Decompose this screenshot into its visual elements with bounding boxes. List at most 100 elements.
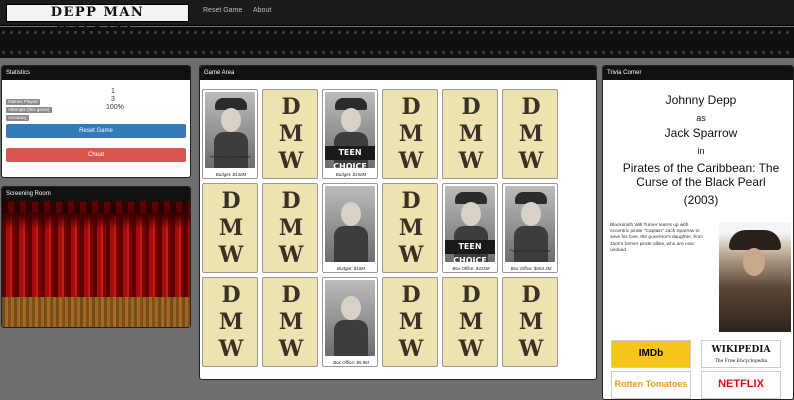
jack-sparrow-photo <box>719 222 791 332</box>
card-back-letter: D <box>461 94 481 120</box>
memory-card-facedown[interactable]: DMW <box>202 183 258 273</box>
card-back-letter: W <box>518 336 544 362</box>
card-back-letter: M <box>218 215 244 241</box>
memory-card-facedown[interactable]: DMW <box>442 277 498 367</box>
card-back-letter: W <box>458 336 484 362</box>
curtain-valance <box>2 201 190 213</box>
stat-value: 3 <box>111 96 115 103</box>
statistics-panel: Statistics Games Played 1 Attempts (this… <box>1 65 191 178</box>
memory-card-facedown[interactable]: DMW <box>202 277 258 367</box>
stat-attempts: Attempts (this game) 3 <box>6 96 115 113</box>
rotten-tomatoes-logo-link[interactable]: Rotten Tomatoes <box>611 371 691 399</box>
card-caption: Box Office: $654.3M <box>510 266 552 271</box>
statistics-heading: Statistics <box>2 66 190 80</box>
cheat-button[interactable]: Cheat <box>6 148 186 162</box>
memory-card-facedown[interactable]: DMW <box>382 89 438 179</box>
card-back-letter: M <box>518 309 544 335</box>
wikipedia-tagline: The Free Encyclopedia <box>714 359 768 364</box>
card-caption: Box Office: $5.9M <box>333 360 369 365</box>
card-back-letter: D <box>401 94 421 120</box>
memory-card-facedown[interactable]: DMW <box>262 277 318 367</box>
trivia-description: Blacksmith Will Turner teams up with ecc… <box>610 223 703 253</box>
memory-card-facedown[interactable]: DMW <box>442 89 498 179</box>
card-back-letter: D <box>281 282 301 308</box>
memory-card-revealed[interactable]: TEEN CHOICE Budget: $150M <box>322 89 378 179</box>
memory-card-revealed[interactable]: Budget: $18M <box>322 183 378 273</box>
card-back-letter: D <box>401 188 421 214</box>
card-back-letter: W <box>398 242 424 268</box>
award-badge: TEEN CHOICE <box>445 240 495 265</box>
card-back-letter: M <box>458 309 484 335</box>
game-area-panel: Game Area People's Choice Award Budget: $… <box>199 65 597 380</box>
card-back-letter: M <box>278 121 304 147</box>
memory-card-revealed[interactable]: People's Choice Award Budget: $140M <box>202 89 258 179</box>
award-badge: People's Choice Award <box>509 248 551 253</box>
card-caption: Budget: $18M <box>336 266 366 271</box>
trivia-as: as <box>696 113 706 123</box>
stat-value: 1 <box>111 88 115 95</box>
stage-floor <box>2 297 190 327</box>
memory-card-facedown[interactable]: DMW <box>262 183 318 273</box>
card-back-letter: W <box>278 148 304 174</box>
card-back-letter: M <box>278 309 304 335</box>
memory-card-facedown[interactable]: DMW <box>382 277 438 367</box>
card-back-letter: W <box>218 336 244 362</box>
memory-card-facedown[interactable]: DMW <box>382 183 438 273</box>
trivia-movie: Pirates of the Caribbean: The Curse of t… <box>622 161 780 189</box>
card-back-letter: W <box>518 148 544 174</box>
card-caption: Budget: $150M <box>335 172 367 177</box>
nav-reset-game-link[interactable]: Reset Game <box>203 7 242 14</box>
memory-card-facedown[interactable]: DMW <box>502 89 558 179</box>
memory-card-facedown[interactable]: DMW <box>502 277 558 367</box>
card-back-letter: M <box>398 309 424 335</box>
trivia-in: in <box>697 146 705 156</box>
card-back-letter: M <box>398 215 424 241</box>
card-back-letter: W <box>218 242 244 268</box>
card-back-letter: D <box>221 282 241 308</box>
memory-card-revealed[interactable]: Box Office: $5.9M <box>322 277 378 367</box>
memory-card-revealed[interactable]: People's Choice Award Box Office: $654.3M <box>502 183 558 273</box>
stat-value: 100% <box>106 104 124 111</box>
imdb-logo-link[interactable]: IMDb <box>611 340 691 368</box>
award-badge: TEEN CHOICE <box>325 146 375 171</box>
reset-game-button[interactable]: Reset Game <box>6 124 186 138</box>
trivia-year: (2003) <box>683 193 719 207</box>
card-back-letter: D <box>401 282 421 308</box>
card-caption: Budget: $140M <box>215 172 247 177</box>
screening-room-heading: Screening Room <box>2 187 190 201</box>
card-back-letter: M <box>218 309 244 335</box>
card-caption: Box Office: $415M <box>452 266 490 271</box>
stat-games-played: Games Played 1 <box>6 88 115 105</box>
card-back-letter: D <box>521 282 541 308</box>
game-area-heading: Game Area <box>200 66 596 80</box>
johnny-depp-photo <box>325 186 375 262</box>
card-back-letter: W <box>458 148 484 174</box>
nav-about-link[interactable]: About <box>253 7 271 14</box>
card-back-letter: D <box>521 94 541 120</box>
card-back-letter: M <box>278 215 304 241</box>
filmstrip-banner <box>0 27 794 58</box>
memory-card-revealed[interactable]: TEEN CHOICE Box Office: $415M <box>442 183 498 273</box>
stat-accuracy: Accuracy 100% <box>6 104 124 121</box>
trivia-corner-panel: Trivia Corner Johnny Depp as Jack Sparro… <box>602 65 794 400</box>
screening-room-panel: Screening Room <box>1 186 191 328</box>
card-back-letter: M <box>398 121 424 147</box>
brand-logo[interactable]: DEPP MAN WALKING <box>6 4 189 36</box>
external-links: IMDb WIKIPEDIA The Free Encyclopedia Rot… <box>609 340 793 399</box>
trivia-corner-heading: Trivia Corner <box>603 66 793 80</box>
card-back-letter: M <box>518 121 544 147</box>
card-back-letter: W <box>398 148 424 174</box>
card-back-letter: M <box>458 121 484 147</box>
card-back-letter: D <box>281 94 301 120</box>
memory-card-facedown[interactable]: DMW <box>262 89 318 179</box>
award-badge: People's Choice Award <box>209 154 251 159</box>
card-back-letter: D <box>281 188 301 214</box>
card-back-letter: D <box>221 188 241 214</box>
trivia-actor: Johnny Depp <box>665 93 737 107</box>
card-back-letter: W <box>278 242 304 268</box>
wikipedia-logo-link[interactable]: WIKIPEDIA The Free Encyclopedia <box>701 340 781 368</box>
card-back-letter: D <box>461 282 481 308</box>
johnny-depp-photo <box>325 280 375 356</box>
netflix-logo-link[interactable]: NETFLIX <box>701 371 781 399</box>
wikipedia-wordmark: WIKIPEDIA <box>711 345 771 355</box>
